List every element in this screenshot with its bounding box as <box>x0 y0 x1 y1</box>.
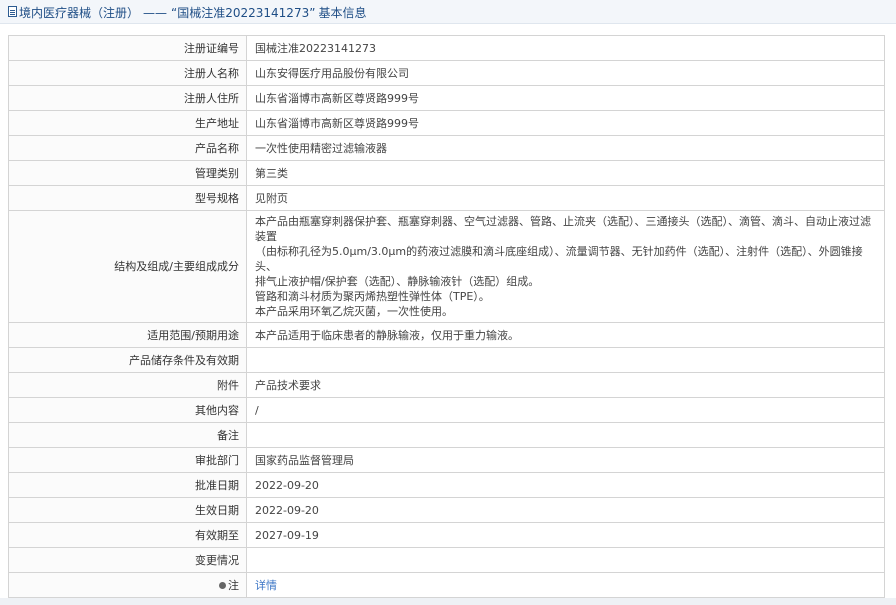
field-label: 审批部门 <box>8 447 247 473</box>
table-row: 生效日期 2022-09-20 <box>8 497 885 523</box>
field-value: 国家药品监督管理局 <box>246 447 885 473</box>
table-row: 生产地址 山东省淄博市高新区尊贤路999号 <box>8 110 885 136</box>
field-label: 其他内容 <box>8 397 247 423</box>
field-value <box>246 422 885 448</box>
field-label: 适用范围/预期用途 <box>8 322 247 348</box>
title-suffix: 基本信息 <box>318 6 367 20</box>
note-label: 注 <box>228 578 239 592</box>
field-label: 产品储存条件及有效期 <box>8 347 247 373</box>
table-row: 变更情况 <box>8 547 885 573</box>
page-title: 境内医疗器械（注册） —— “国械注准20223141273” 基本信息 <box>19 4 366 21</box>
field-value <box>246 547 885 573</box>
field-label: 有效期至 <box>8 522 247 548</box>
field-label: 型号规格 <box>8 185 247 211</box>
page-header: 境内医疗器械（注册） —— “国械注准20223141273” 基本信息 <box>0 0 896 24</box>
table-row: 附件 产品技术要求 <box>8 372 885 398</box>
table-row: 注册人住所 山东省淄博市高新区尊贤路999号 <box>8 85 885 111</box>
field-label: 生效日期 <box>8 497 247 523</box>
table-row: 型号规格 见附页 <box>8 185 885 211</box>
table-row: 批准日期 2022-09-20 <box>8 472 885 498</box>
table-row: 审批部门 国家药品监督管理局 <box>8 447 885 473</box>
field-value: 山东省淄博市高新区尊贤路999号 <box>246 110 885 136</box>
field-label-note: 注 <box>8 572 247 598</box>
table-row: 注 详情 <box>8 572 885 598</box>
info-table: 注册证编号 国械注准20223141273 注册人名称 山东安得医疗用品股份有限… <box>8 35 885 598</box>
field-label: 注册证编号 <box>8 35 247 61</box>
field-value: 2022-09-20 <box>246 472 885 498</box>
field-value <box>246 347 885 373</box>
field-value: 国械注准20223141273 <box>246 35 885 61</box>
composition-line: 本产品由瓶塞穿刺器保护套、瓶塞穿刺器、空气过滤器、管路、止流夹（选配）、三通接头… <box>255 215 871 243</box>
field-label: 生产地址 <box>8 110 247 136</box>
composition-line: 排气止液护帽/保护套（选配）、静脉输液针（选配）组成。 <box>255 275 540 288</box>
field-label: 注册人住所 <box>8 85 247 111</box>
details-link[interactable]: 详情 <box>255 579 277 592</box>
field-label: 变更情况 <box>8 547 247 573</box>
table-row: 结构及组成/主要组成成分 本产品由瓶塞穿刺器保护套、瓶塞穿刺器、空气过滤器、管路… <box>8 210 885 323</box>
field-value: 本产品适用于临床患者的静脉输液，仅用于重力输液。 <box>246 322 885 348</box>
field-value: 本产品由瓶塞穿刺器保护套、瓶塞穿刺器、空气过滤器、管路、止流夹（选配）、三通接头… <box>246 210 885 323</box>
field-label: 管理类别 <box>8 160 247 186</box>
title-prefix: 境内医疗器械（注册） <box>19 6 140 20</box>
field-label: 结构及组成/主要组成成分 <box>8 210 247 323</box>
composition-line: 管路和滴斗材质为聚丙烯热塑性弹性体（TPE）。 <box>255 290 490 303</box>
table-row: 有效期至 2027-09-19 <box>8 522 885 548</box>
composition-line: （由标称孔径为5.0μm/3.0μm的药液过滤膜和滴斗底座组成）、流量调节器、无… <box>255 245 863 273</box>
field-value: 见附页 <box>246 185 885 211</box>
field-value: 详情 <box>246 572 885 598</box>
field-label: 备注 <box>8 422 247 448</box>
table-row: 备注 <box>8 422 885 448</box>
bottom-strip <box>0 598 896 605</box>
field-value: 一次性使用精密过滤输液器 <box>246 135 885 161</box>
field-value: / <box>246 397 885 423</box>
table-row: 产品储存条件及有效期 <box>8 347 885 373</box>
document-icon <box>8 6 17 17</box>
field-label: 产品名称 <box>8 135 247 161</box>
field-label: 批准日期 <box>8 472 247 498</box>
field-value: 山东省淄博市高新区尊贤路999号 <box>246 85 885 111</box>
field-value: 第三类 <box>246 160 885 186</box>
table-row: 注册人名称 山东安得医疗用品股份有限公司 <box>8 60 885 86</box>
title-registration-number: “国械注准20223141273” <box>171 6 316 20</box>
table-row: 适用范围/预期用途 本产品适用于临床患者的静脉输液，仅用于重力输液。 <box>8 322 885 348</box>
field-label: 附件 <box>8 372 247 398</box>
table-row: 管理类别 第三类 <box>8 160 885 186</box>
table-row: 其他内容 / <box>8 397 885 423</box>
composition-line: 本产品采用环氧乙烷灭菌，一次性使用。 <box>255 305 453 318</box>
field-label: 注册人名称 <box>8 60 247 86</box>
title-separator: —— <box>143 6 168 20</box>
table-row: 产品名称 一次性使用精密过滤输液器 <box>8 135 885 161</box>
field-value: 产品技术要求 <box>246 372 885 398</box>
field-value: 山东安得医疗用品股份有限公司 <box>246 60 885 86</box>
lightbulb-icon <box>219 581 226 589</box>
field-value: 2022-09-20 <box>246 497 885 523</box>
table-row: 注册证编号 国械注准20223141273 <box>8 35 885 61</box>
field-value: 2027-09-19 <box>246 522 885 548</box>
